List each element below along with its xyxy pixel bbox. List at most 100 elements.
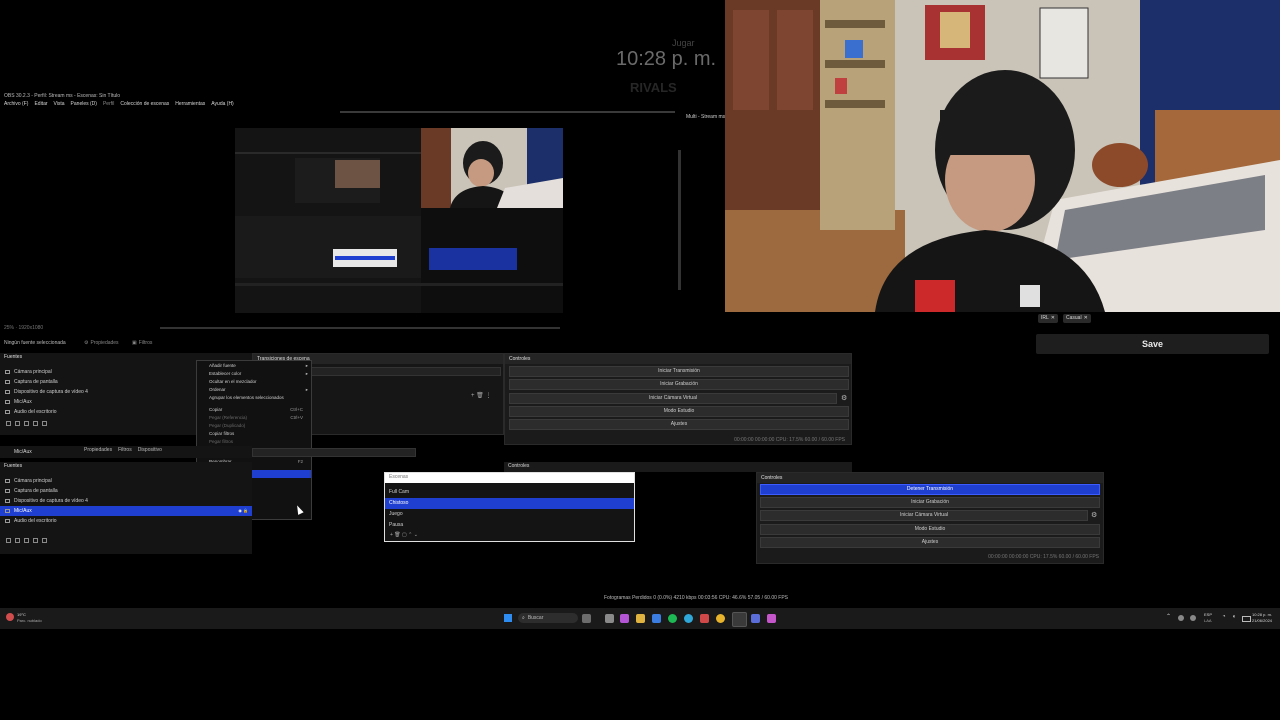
menu-perfil[interactable]: Perfil (103, 102, 114, 110)
tab-filters-mid[interactable]: Filtros (118, 448, 132, 453)
tab-properties-top[interactable]: ⚙ Propiedades (84, 338, 119, 348)
volume-icon[interactable]: ◖ (1232, 614, 1236, 620)
studio-mode-button[interactable]: Modo Estudio (509, 406, 849, 417)
menu-coleccion[interactable]: Colección de escenas (120, 102, 169, 110)
context-menu-item[interactable]: Añadir fuente ▸ (197, 362, 311, 370)
move-down-mid-icon[interactable] (42, 538, 47, 543)
clock-time[interactable]: 10:28 p. m. (1252, 613, 1272, 617)
scene-item[interactable]: Juego (385, 509, 634, 520)
store-icon[interactable] (652, 614, 661, 623)
menu-editar[interactable]: Editar (34, 102, 47, 110)
tag-irl[interactable]: IRL ✕ (1038, 314, 1058, 323)
app-icon-1[interactable] (620, 614, 629, 623)
lang-bottom[interactable]: LAA (1204, 619, 1212, 623)
context-menu-item[interactable]: Establecer color ▸ (197, 370, 311, 378)
submenu-arrow-icon: ▸ (305, 387, 308, 392)
source-mid-item[interactable]: Dispositivo de captura de vídeo 4 (0, 496, 252, 506)
start-virtual-cam-button[interactable]: Iniciar Cámara Virtual (509, 393, 837, 404)
edge-icon[interactable] (684, 614, 693, 623)
submenu-arrow-icon: ▸ (305, 363, 308, 368)
context-menu-item-label: Ocultar en el mezclador (209, 379, 257, 384)
start-streaming-button[interactable]: Iniciar Transmisión (509, 366, 849, 377)
windows-start-icon[interactable] (504, 614, 512, 622)
stop-streaming-button[interactable]: Detener Transmisión (760, 484, 1100, 495)
source-mid-item[interactable]: Cámara principal (0, 476, 252, 486)
tray-chevron-icon[interactable]: ⌃ (1166, 613, 1171, 620)
context-menu-item[interactable]: Pegar (Duplicado) (197, 422, 311, 430)
save-button[interactable]: Save (1036, 334, 1269, 354)
app-icon-2[interactable] (700, 614, 709, 623)
context-menu-item[interactable]: Ocultar en el mezclador (197, 378, 311, 386)
settings-right-button[interactable]: Ajustes (760, 537, 1100, 548)
virtual-cam-settings-icon[interactable]: ⚙ (841, 394, 847, 402)
preview-hscrollbar[interactable] (160, 327, 560, 329)
controls-mid-title: Controles (508, 463, 530, 469)
source-mid-item[interactable]: Audio del escritorio (0, 516, 252, 526)
context-menu-item[interactable]: Pegar (Referencia) Ctrl+V (197, 414, 311, 422)
app-icon-4[interactable] (767, 614, 776, 623)
menu-paneles[interactable]: Paneles (D) (71, 102, 97, 110)
close-icon[interactable]: ✕ (1084, 316, 1088, 321)
taskview-icon[interactable] (582, 614, 591, 623)
transition-dropdown[interactable] (309, 367, 501, 376)
app-icon-3[interactable] (751, 614, 760, 623)
remove-source-mid-icon[interactable] (15, 538, 20, 543)
context-menu-item-label: Añadir fuente (209, 363, 236, 368)
add-source-mid-icon[interactable] (6, 538, 11, 543)
tag-casual[interactable]: Casual ✕ (1063, 314, 1091, 323)
start-virtual-cam-right-button[interactable]: Iniciar Cámara Virtual (760, 510, 1088, 521)
menu-ayuda[interactable]: Ayuda (H) (211, 102, 233, 110)
scene-item[interactable]: Full Cam (385, 487, 634, 498)
preview-scrollbar[interactable] (678, 150, 681, 290)
wifi-icon[interactable]: ◔ (1222, 614, 1226, 620)
lang-top[interactable]: ESP (1204, 613, 1212, 617)
preview-canvas[interactable] (235, 128, 563, 313)
source-settings-icon[interactable] (24, 421, 29, 426)
tab-filters-top[interactable]: ▣ Filtros (132, 338, 152, 348)
clock-date[interactable]: 21/06/2024 (1252, 619, 1272, 623)
source-top-label: Dispositivo de captura de vídeo 4 (14, 389, 88, 395)
chrome-icon[interactable] (716, 614, 725, 623)
context-menu-item[interactable]: Ordenar ▸ (197, 386, 311, 394)
menu-archivo[interactable]: Archivo (F) (4, 102, 28, 110)
mid-dropdown[interactable] (252, 448, 416, 457)
visibility-lock-icon[interactable]: ◉ 🔒 (238, 506, 248, 516)
start-recording-right-button[interactable]: Iniciar Grabación (760, 497, 1100, 508)
context-menu-item[interactable]: Copiar Ctrl+C (197, 406, 311, 414)
menu-herramientas[interactable]: Herramientas (175, 102, 205, 110)
context-menu-item-label: Copiar filtros (209, 431, 235, 436)
virtual-cam-right-settings-icon[interactable]: ⚙ (1091, 511, 1097, 519)
add-transition-icon[interactable]: + 🗑 ⋮ (471, 392, 491, 399)
source-top-label: Cámara principal (14, 369, 52, 375)
start-recording-button[interactable]: Iniciar Grabación (509, 379, 849, 390)
studio-mode-right-button[interactable]: Modo Estudio (760, 524, 1100, 535)
settings-button[interactable]: Ajustes (509, 419, 849, 430)
remove-source-icon[interactable] (15, 421, 20, 426)
scene-item[interactable]: Chistoso (385, 498, 634, 509)
spotify-icon[interactable] (668, 614, 677, 623)
tray-icon-2[interactable] (1190, 615, 1196, 621)
context-menu-item[interactable]: Copiar filtros (197, 430, 311, 438)
scene-item[interactable]: Pausa (385, 520, 634, 531)
move-down-icon[interactable] (42, 421, 47, 426)
tray-icon-1[interactable] (1178, 615, 1184, 621)
context-menu-item[interactable]: Agrupar los elementos seleccionados (197, 394, 311, 402)
move-up-mid-icon[interactable] (33, 538, 38, 543)
battery-icon[interactable] (1242, 616, 1251, 622)
context-menu-item[interactable]: Pegar filtros (197, 438, 311, 446)
source-mid-item[interactable]: Mic/Aux ◉ 🔒 (0, 506, 252, 516)
tab-properties-mid[interactable]: Propiedades (84, 448, 112, 453)
taskbar-search[interactable]: ⌕ Buscar (518, 613, 578, 623)
preview-scale: 25% · 1920x1080 (4, 325, 44, 331)
add-source-icon[interactable] (6, 421, 11, 426)
move-up-icon[interactable] (33, 421, 38, 426)
close-icon[interactable]: ✕ (1051, 316, 1055, 321)
folder-icon[interactable] (636, 614, 645, 623)
tab-device-mid[interactable]: Dispositivo (138, 448, 162, 453)
source-mid-item[interactable]: Captura de pantalla (0, 486, 252, 496)
menu-vista[interactable]: Vista (54, 102, 65, 110)
source-top-label: Mic/Aux (14, 399, 32, 405)
widgets-icon[interactable] (605, 614, 614, 623)
source-settings-mid-icon[interactable] (24, 538, 29, 543)
obs-icon[interactable] (732, 612, 747, 627)
